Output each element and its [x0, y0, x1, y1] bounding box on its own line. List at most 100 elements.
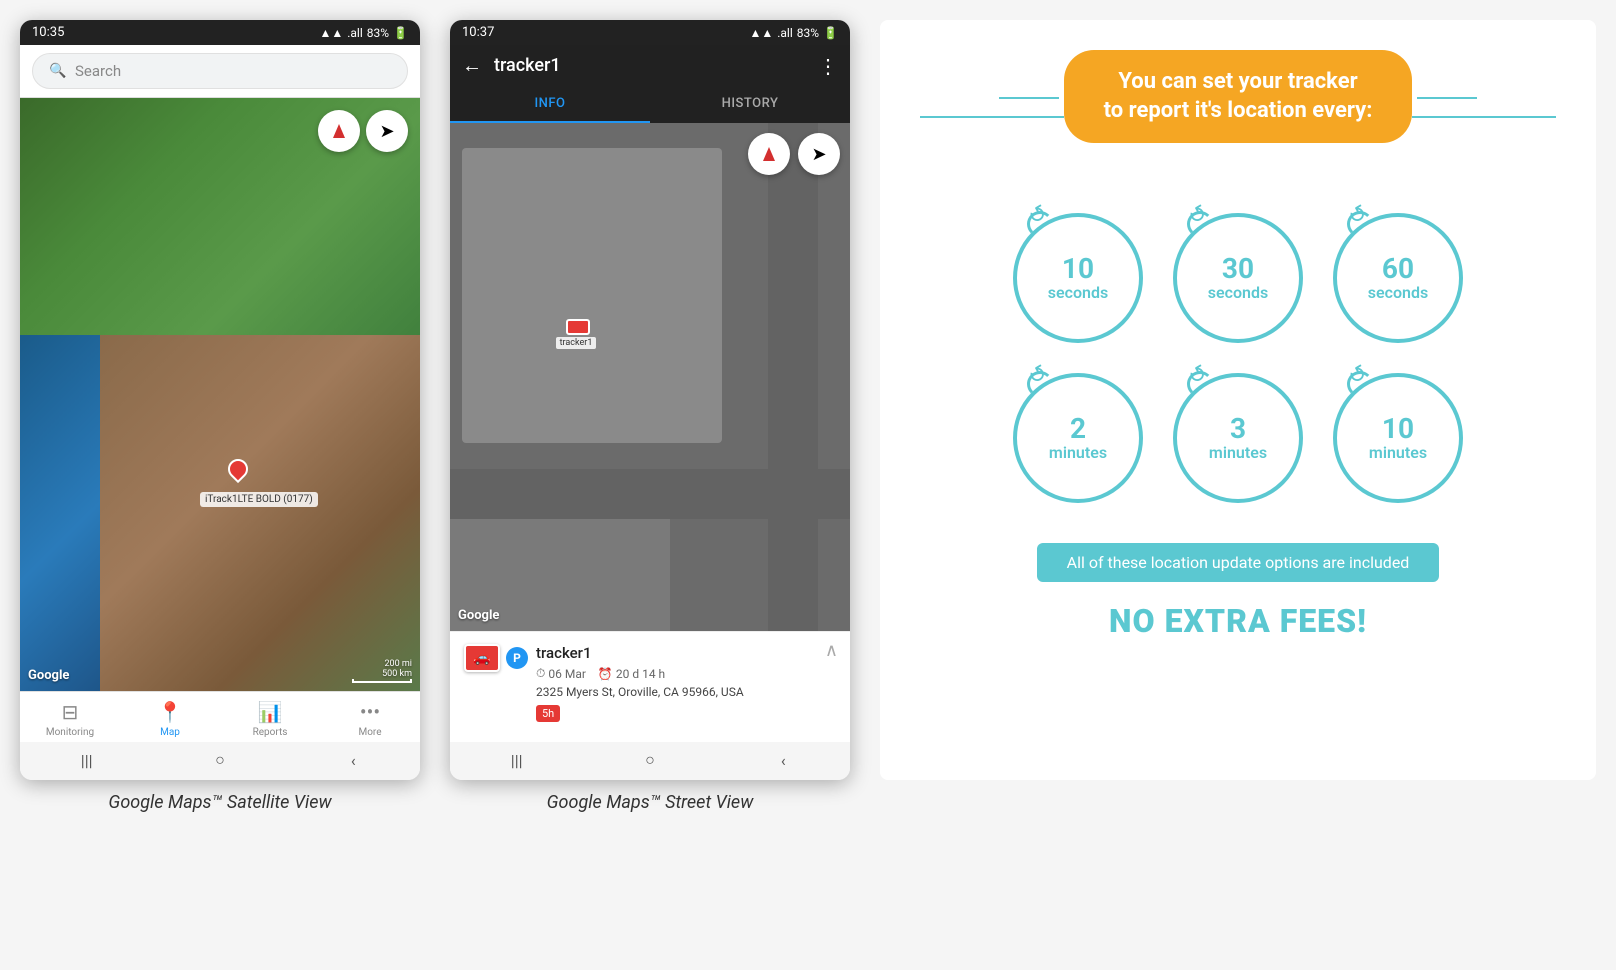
tracker-info-name: tracker1	[536, 644, 592, 662]
satellite-map: ➤ iTrack1LTE BOLD (0177) Google 200 mi 5…	[20, 98, 420, 691]
car-marker-icon	[566, 319, 590, 335]
tracker-address: 2325 Myers St, Oroville, CA 95966, USA	[536, 685, 836, 699]
google-logo-1: Google	[28, 668, 69, 683]
arrow-10m-icon: ↺	[1344, 360, 1372, 391]
nav-reports[interactable]: 📊 Reports	[220, 700, 320, 738]
google-logo-2: Google	[458, 608, 499, 623]
time-number-3m: 3	[1230, 415, 1246, 443]
sys-menu-btn-2[interactable]: |||	[505, 748, 529, 772]
compass-button[interactable]	[318, 110, 360, 152]
status-bar-2: 10:37 ▲▲ .all 83% 🔋	[450, 20, 850, 45]
location-button-2[interactable]: ➤	[798, 133, 840, 175]
battery-1: 83%	[367, 26, 389, 40]
circle-10s-inner: 10 seconds	[1048, 255, 1108, 302]
compass-needle-icon	[333, 124, 345, 138]
time-unit-10m: minutes	[1369, 443, 1427, 462]
clock-icon: ⏱	[536, 666, 545, 681]
time-unit-30s: seconds	[1208, 283, 1268, 302]
location-icon-2: ➤	[811, 144, 826, 165]
nav-monitoring[interactable]: ⊟ Monitoring	[20, 700, 120, 738]
network-icon-1: .all	[347, 26, 363, 40]
street-map: tracker1 ➤ Google	[450, 123, 850, 631]
tab-info[interactable]: INFO	[450, 86, 650, 123]
battery-icon-2: 🔋	[823, 26, 838, 40]
tracker-info-right: tracker1 ⏱ 06 Mar ⏰ 20 d 14 h	[536, 644, 836, 722]
tracker-avatar-group: 🚗 P	[464, 644, 528, 672]
nav-more[interactable]: ••• More	[320, 700, 420, 738]
phone2-screen: 10:37 ▲▲ .all 83% 🔋 ← tracker1 ⋮ INFO HI…	[450, 20, 850, 780]
circles-row-1: ↺ 10 seconds ↺ 30 seconds ↺ 60 seconds	[1013, 213, 1463, 343]
sys-back-btn-2[interactable]: ‹	[771, 748, 795, 772]
sys-home-btn-2[interactable]: ○	[638, 748, 662, 772]
car-emoji: 🚗	[473, 650, 490, 666]
bottom-nav-1: ⊟ Monitoring 📍 Map 📊 Reports ••• More	[20, 691, 420, 742]
system-nav-1: ||| ○ ‹	[20, 742, 420, 780]
tab-bar: INFO HISTORY	[450, 86, 850, 123]
search-input-wrapper[interactable]: 🔍 Search	[32, 53, 408, 89]
circle-30s-inner: 30 seconds	[1208, 255, 1268, 302]
time-unit-10s: seconds	[1048, 283, 1108, 302]
parking-lot-area: tracker1	[462, 148, 722, 443]
circle-10s: ↺ 10 seconds	[1013, 213, 1143, 343]
location-icon: ➤	[379, 121, 394, 142]
nav-reports-label: Reports	[253, 727, 288, 738]
satellite-map-area[interactable]: ➤ iTrack1LTE BOLD (0177) Google 200 mi 5…	[20, 98, 420, 691]
battery-2: 83%	[797, 26, 819, 40]
main-container: 10:35 ▲▲ .all 83% 🔋 🔍 Search	[20, 20, 1596, 813]
time-unit-2m: minutes	[1049, 443, 1107, 462]
tab-history[interactable]: HISTORY	[650, 86, 850, 123]
nav-map[interactable]: 📍 Map	[120, 700, 220, 738]
circles-row-2: ↺ 2 minutes ↺ 3 minutes ↺ 10 minutes	[1013, 373, 1463, 503]
tracker-pin-icon	[224, 455, 252, 483]
left-line	[920, 116, 1064, 118]
arrow-30s-icon: ↺	[1184, 200, 1212, 231]
time-number-10m: 10	[1382, 415, 1414, 443]
search-bar: 🔍 Search	[20, 45, 420, 98]
back-button[interactable]: ←	[462, 53, 482, 78]
status-time-1: 10:35	[32, 25, 64, 40]
location-button[interactable]: ➤	[366, 110, 408, 152]
no-fees-big-text: NO EXTRA FEES!	[1109, 602, 1367, 640]
phone1-caption: Google Maps™ Satellite View	[108, 792, 331, 813]
arrow-60s-icon: ↺	[1344, 200, 1372, 231]
tracker-info-header: 🚗 P tracker1 ⏱ 06 Mar	[464, 644, 836, 722]
search-icon: 🔍	[49, 62, 67, 80]
info-title-line2: to report it's location every:	[1104, 97, 1373, 126]
scroll-up-icon: ∧	[825, 640, 838, 661]
timer-icon: ⏰	[598, 667, 613, 681]
header-section: You can set your tracker to report it's …	[920, 50, 1556, 183]
monitoring-icon: ⊟	[62, 700, 79, 724]
tracker-header: ← tracker1 ⋮	[450, 45, 850, 86]
time-unit-3m: minutes	[1209, 443, 1267, 462]
tracker-date: 06 Mar	[548, 667, 586, 681]
tracker-p-badge: P	[506, 647, 528, 669]
sys-home-btn[interactable]: ○	[208, 748, 232, 772]
compass-button-2[interactable]	[748, 133, 790, 175]
info-panel: You can set your tracker to report it's …	[880, 20, 1596, 780]
tracker-name-row: tracker1	[536, 644, 836, 662]
info-title-line1: You can set your tracker	[1104, 68, 1373, 97]
no-fees-text: All of these location update options are…	[1067, 553, 1410, 572]
sys-menu-btn[interactable]: |||	[75, 748, 99, 772]
signal-icon-2: ▲▲	[749, 26, 773, 40]
street-map-area[interactable]: tracker1 ➤ Google	[450, 123, 850, 631]
scale-bar-1: 200 mi 500 km	[352, 659, 412, 683]
status-icons-1: ▲▲ .all 83% 🔋	[319, 26, 408, 40]
search-placeholder: Search	[75, 62, 121, 80]
sys-back-btn[interactable]: ‹	[341, 748, 365, 772]
date-meta: ⏱ 06 Mar	[536, 666, 586, 681]
status-time-2: 10:37	[462, 25, 494, 40]
phone2-mockup: 10:37 ▲▲ .all 83% 🔋 ← tracker1 ⋮ INFO HI…	[450, 20, 850, 813]
tracker-label-1: iTrack1LTE BOLD (0177)	[200, 492, 318, 507]
time-number-10s: 10	[1062, 255, 1094, 283]
nav-more-label: More	[358, 727, 381, 738]
map-icon: 📍	[158, 700, 183, 724]
right-line	[1412, 116, 1556, 118]
circle-60s-inner: 60 seconds	[1368, 255, 1428, 302]
tracker-marker-1	[228, 459, 252, 483]
nav-map-label: Map	[160, 727, 180, 738]
more-button[interactable]: ⋮	[818, 54, 838, 78]
tracker-info-panel: ∧ 🚗 P tracker1 ⏱	[450, 631, 850, 742]
tracker-duration: 20 d 14 h	[616, 667, 665, 681]
circle-2m-inner: 2 minutes	[1049, 415, 1107, 462]
